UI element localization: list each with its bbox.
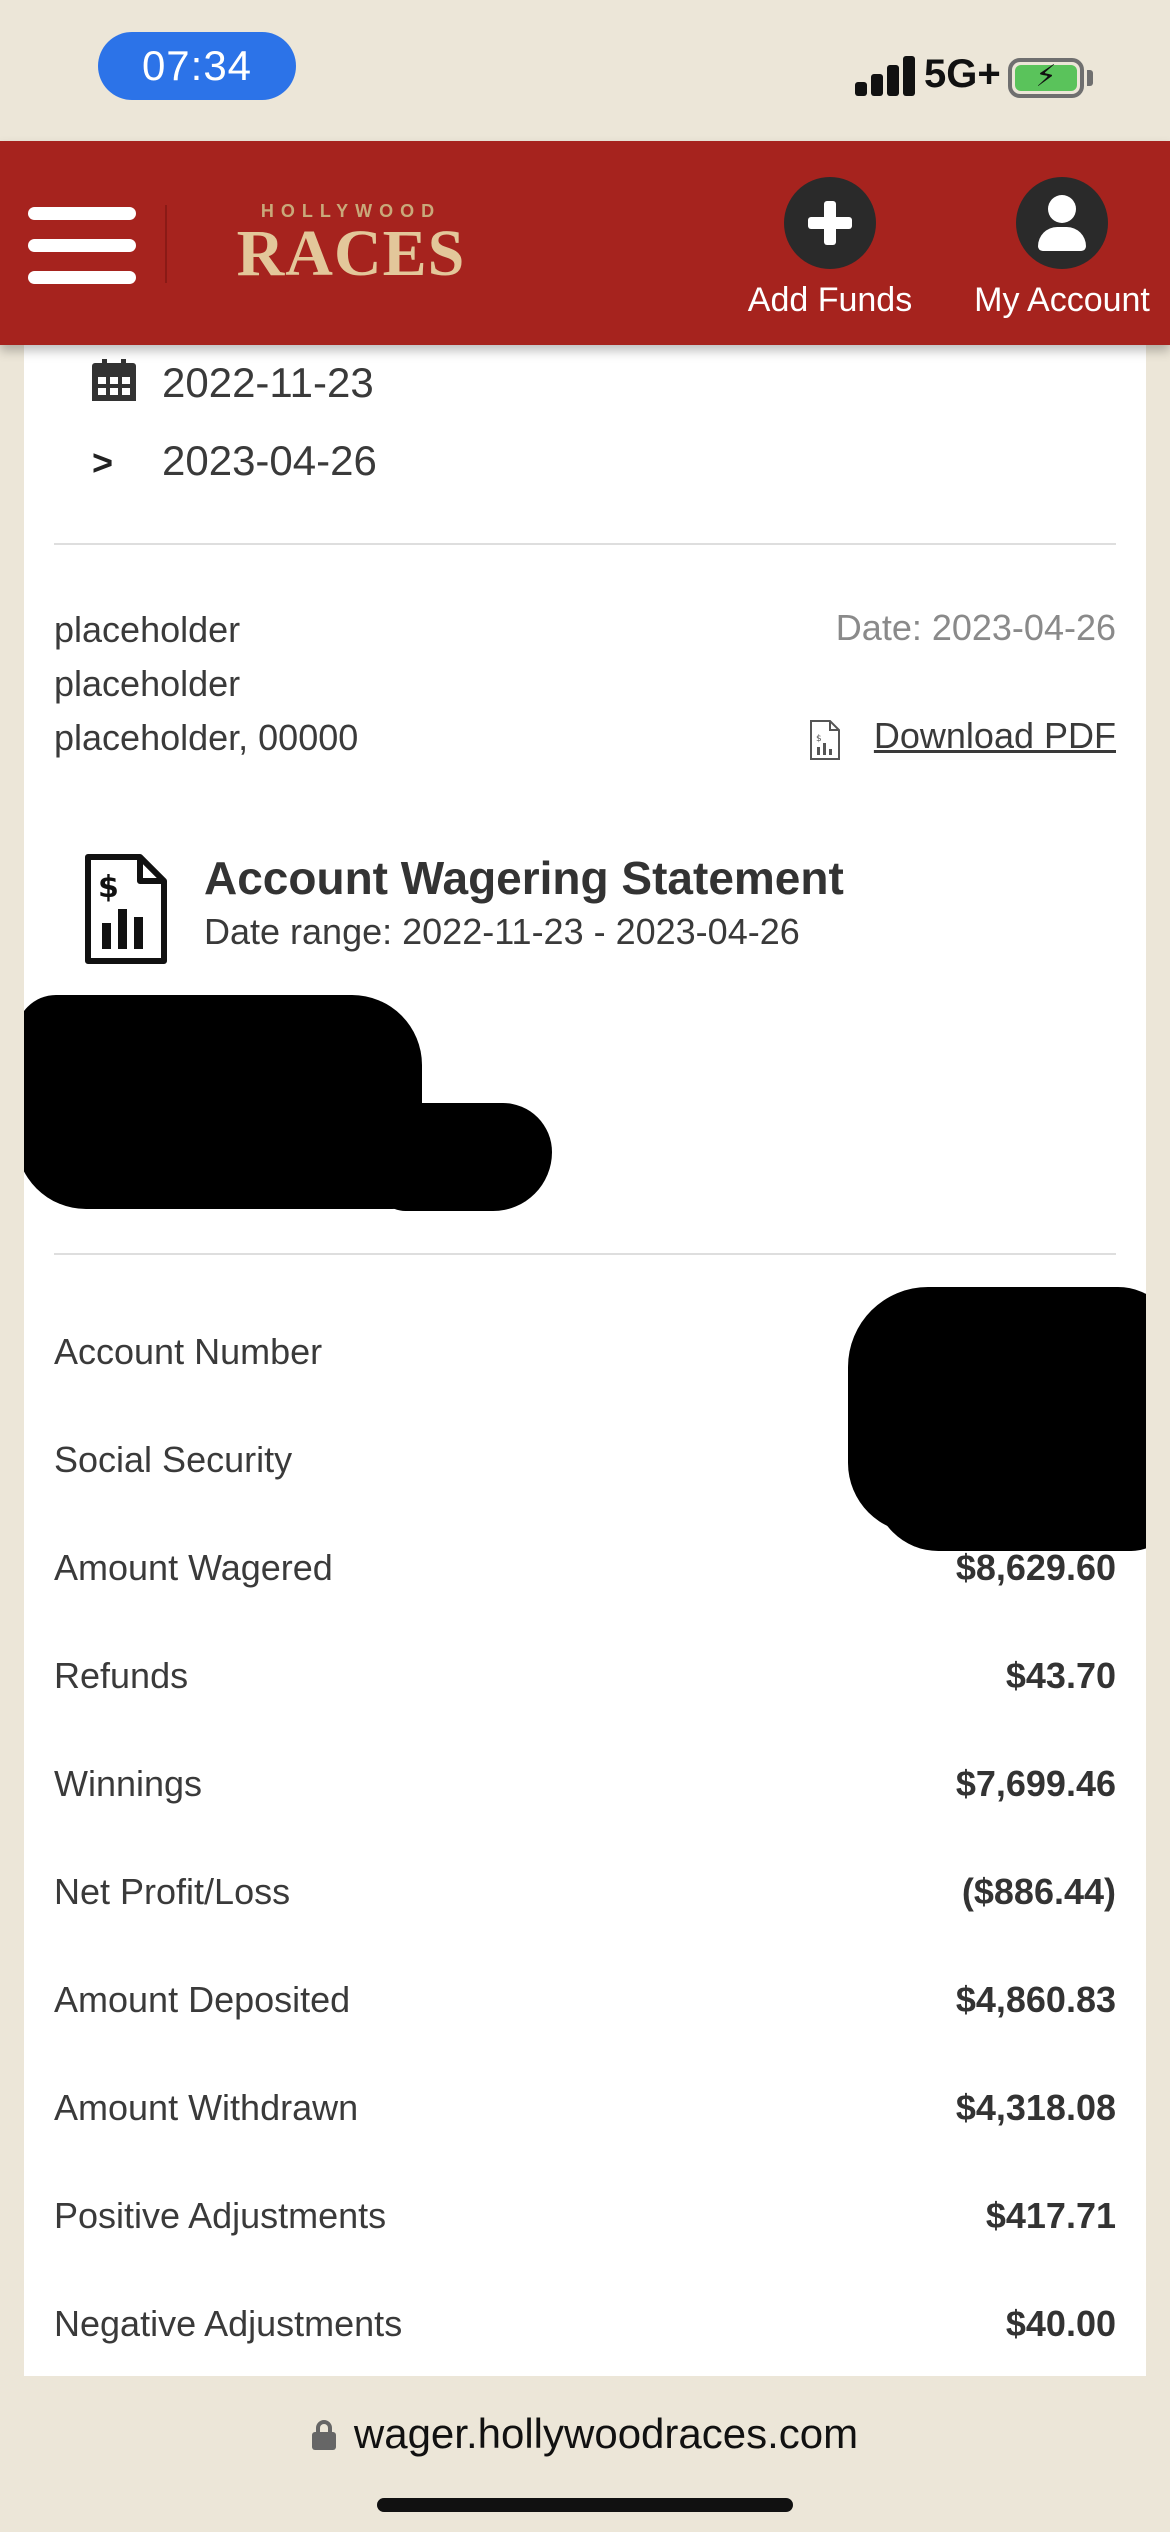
summary-row-negative-adjustments: Negative Adjustments $40.00 <box>54 2303 1116 2363</box>
address-line-1: placeholder <box>54 609 241 650</box>
lock-icon <box>311 2420 336 2450</box>
row-value: ($886.44) <box>961 1871 1116 1912</box>
row-label: Positive Adjustments <box>54 2195 387 2236</box>
redaction-mark <box>24 995 422 1209</box>
row-label: Account Number <box>54 1331 323 1372</box>
download-pdf-link[interactable]: Download PDF <box>874 715 1116 757</box>
statement-document-icon: $ <box>85 854 167 964</box>
clock: 07:34 <box>98 32 296 100</box>
address-line-2: placeholder <box>54 663 241 704</box>
row-label: Refunds <box>54 1655 189 1696</box>
row-value: $4,860.83 <box>955 1979 1116 2020</box>
user-icon <box>1016 177 1108 269</box>
calendar-icon <box>92 359 136 401</box>
home-indicator[interactable] <box>377 2498 793 2512</box>
redaction-mark <box>874 1451 1146 1551</box>
summary-row-net-profit-loss: Net Profit/Loss ($886.44) <box>54 1871 1116 1931</box>
row-label: Amount Wagered <box>54 1547 333 1588</box>
plus-icon <box>784 177 876 269</box>
menu-icon[interactable] <box>28 203 136 287</box>
start-date: 2022-11-23 <box>162 359 374 406</box>
status-bar: 07:34 5G+ ⚡ <box>0 0 1170 141</box>
app-header: HOLLYWOOD RACES Add Funds My Account <box>0 141 1170 345</box>
add-funds-button[interactable]: Add Funds <box>738 177 922 320</box>
battery-icon: ⚡ <box>1008 58 1084 98</box>
divider <box>54 1253 1116 1255</box>
my-account-button[interactable]: My Account <box>960 177 1164 320</box>
svg-text:$: $ <box>816 734 822 744</box>
header-divider <box>165 205 167 283</box>
row-label: Winnings <box>54 1763 203 1804</box>
address-line-3: placeholder, 00000 <box>54 717 359 758</box>
row-value: $7,699.46 <box>955 1763 1116 1804</box>
row-value: $43.70 <box>1005 1655 1116 1696</box>
row-label: Net Profit/Loss <box>54 1871 291 1912</box>
svg-text:$: $ <box>98 870 119 905</box>
chevron-right-icon: > <box>92 442 114 483</box>
row-label: Negative Adjustments <box>54 2303 403 2344</box>
row-value: $8,629.60 <box>955 1547 1116 1588</box>
logo-main-text: RACES <box>236 217 466 290</box>
summary-row-winnings: Winnings $7,699.46 <box>54 1763 1116 1823</box>
url-text: wager.hollywoodraces.com <box>353 2410 859 2457</box>
hollywood-races-logo[interactable]: HOLLYWOOD RACES <box>236 201 466 290</box>
statement-card: 2022-11-23 >2023-04-26 placeholder place… <box>24 341 1146 2376</box>
start-date-row[interactable]: 2022-11-23 <box>92 359 374 407</box>
row-label: Amount Withdrawn <box>54 2087 359 2128</box>
row-value: $40.00 <box>1005 2303 1116 2344</box>
divider <box>54 543 1116 545</box>
url-display[interactable]: wager.hollywoodraces.com <box>0 2410 1170 2458</box>
summary-row-amount-deposited: Amount Deposited $4,860.83 <box>54 1979 1116 2039</box>
summary-row-positive-adjustments: Positive Adjustments $417.71 <box>54 2195 1116 2255</box>
redaction-mark <box>376 1103 552 1211</box>
my-account-label: My Account <box>974 281 1150 319</box>
statement-date: Date: 2023-04-26 <box>835 607 1116 648</box>
add-funds-label: Add Funds <box>747 281 913 319</box>
row-value: $4,318.08 <box>955 2087 1116 2128</box>
end-date-row[interactable]: >2023-04-26 <box>92 437 377 485</box>
row-value: $417.71 <box>985 2195 1116 2236</box>
signal-strength-icon <box>855 56 917 96</box>
summary-row-refunds: Refunds $43.70 <box>54 1655 1116 1715</box>
statement-title: Account Wagering Statement <box>204 852 844 904</box>
browser-url-bar[interactable]: wager.hollywoodraces.com <box>0 2376 1170 2532</box>
summary-row-amount-withdrawn: Amount Withdrawn $4,318.08 <box>54 2087 1116 2147</box>
pdf-file-icon[interactable]: $ <box>808 719 842 761</box>
battery-tip <box>1087 70 1093 86</box>
network-type: 5G+ <box>924 52 1001 96</box>
row-label: Social Security <box>54 1439 293 1480</box>
summary-row-amount-wagered: Amount Wagered $8,629.60 <box>54 1547 1116 1607</box>
end-date: 2023-04-26 <box>162 437 377 484</box>
row-label: Amount Deposited <box>54 1979 351 2020</box>
statement-date-range: Date range: 2022-11-23 - 2023-04-26 <box>204 911 800 952</box>
